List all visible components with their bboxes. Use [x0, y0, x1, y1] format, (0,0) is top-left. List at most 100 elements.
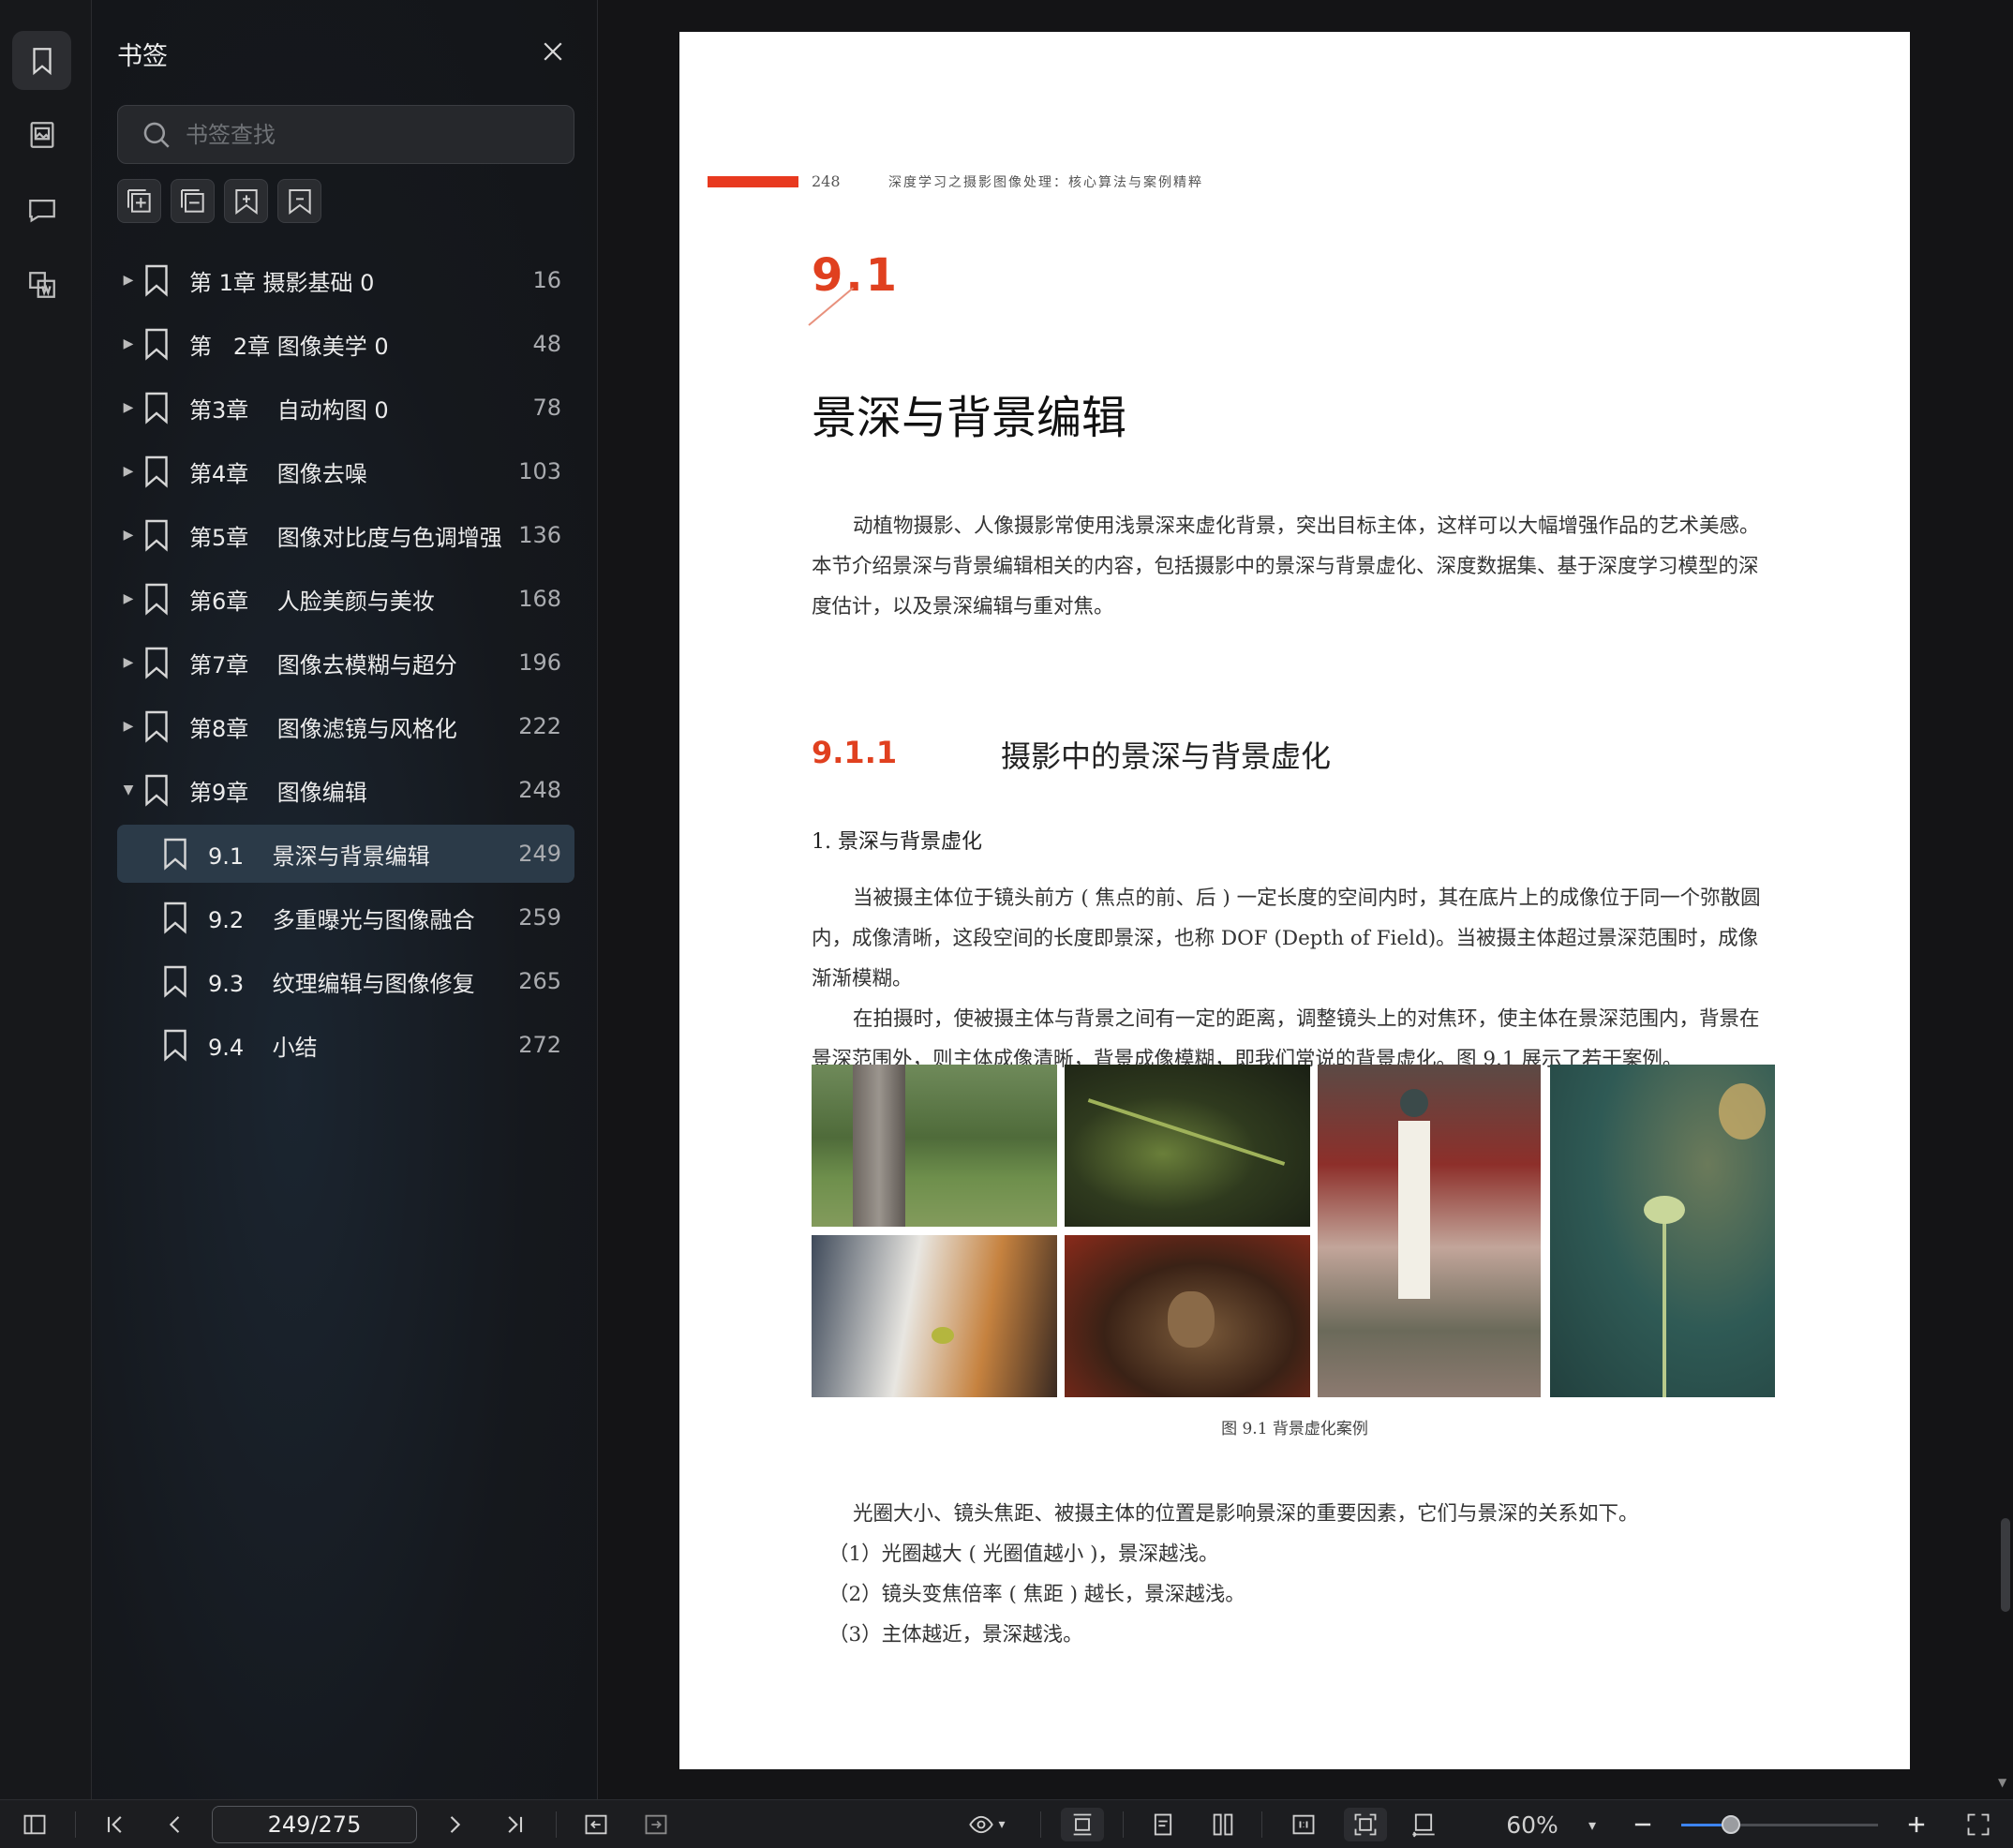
- photo-calico-cat: [812, 1235, 1057, 1397]
- bookmark-item[interactable]: ▶ 第 2章 图像美学 0 48: [117, 315, 574, 373]
- bookmark-item[interactable]: ▶ 第 1章 摄影基础 0 16: [117, 251, 574, 309]
- bookmark-page-number: 168: [518, 586, 561, 612]
- minus-icon: [1634, 1823, 1651, 1826]
- convert-word-button[interactable]: [12, 255, 71, 314]
- bookmark-label: 9.1 景深与背景编辑: [208, 842, 430, 870]
- bookmark-tools: [117, 179, 321, 223]
- caret-right-icon[interactable]: ▶: [120, 273, 137, 288]
- bookmark-panel-button[interactable]: [12, 31, 71, 90]
- single-page-button[interactable]: [1147, 1808, 1179, 1841]
- bookmark-icon: [145, 583, 168, 616]
- thumbnail-panel-button[interactable]: [12, 105, 71, 164]
- bookmark-page-number: 265: [518, 968, 561, 994]
- bookmark-label: 第6章 人脸美颜与美妆: [189, 588, 435, 615]
- toggle-sidebar-button[interactable]: [19, 1808, 51, 1841]
- bookmark-label: 第8章 图像滤镜与风格化: [189, 715, 457, 742]
- running-title: 深度学习之摄影图像处理：核心算法与案例精粹: [888, 175, 1203, 190]
- zoom-out-button[interactable]: [1627, 1808, 1659, 1841]
- list-item: （1）光圈越大 ( 光圈值越小 )，景深越浅。: [828, 1542, 1219, 1566]
- bookmark-item[interactable]: ▶ 第8章 图像滤镜与风格化 222: [117, 697, 574, 755]
- bookmark-label: 第 1章 摄影基础 0: [189, 269, 375, 296]
- toolbar-divider: [1040, 1811, 1041, 1838]
- bookmark-item[interactable]: 9.2 多重曝光与图像融合 259: [117, 888, 574, 946]
- bookmark-icon: [145, 392, 168, 425]
- photo-pine-branch: [1065, 1065, 1310, 1227]
- search-input[interactable]: [186, 121, 560, 148]
- actual-size-icon: [1292, 1814, 1315, 1835]
- photo-tree-trunk: [812, 1065, 1057, 1227]
- last-page-button[interactable]: [499, 1808, 530, 1841]
- collapse-all-button[interactable]: [171, 179, 215, 223]
- close-icon[interactable]: [539, 37, 567, 66]
- zoom-level[interactable]: 60%: [1499, 1808, 1565, 1841]
- navigate-back-button[interactable]: [580, 1808, 612, 1841]
- page-number-input[interactable]: 249/275: [212, 1806, 417, 1843]
- bookmark-item[interactable]: 9.4 小结 272: [117, 1016, 574, 1074]
- bookmark-item[interactable]: ▶ 第3章 自动构图 0 78: [117, 379, 574, 437]
- bookmark-search[interactable]: [117, 105, 574, 164]
- caret-right-icon[interactable]: ▶: [120, 591, 137, 606]
- two-page-button[interactable]: [1207, 1808, 1239, 1841]
- continuous-scroll-button[interactable]: [1061, 1808, 1104, 1841]
- caret-right-icon[interactable]: ▶: [120, 400, 137, 415]
- caret-right-icon[interactable]: ▶: [120, 464, 137, 479]
- header-accent-bar: [708, 176, 798, 187]
- bookmark-page-number: 249: [518, 841, 561, 867]
- bookmark-item[interactable]: 9.1 景深与背景编辑 249: [117, 825, 574, 883]
- fit-width-button[interactable]: [1408, 1808, 1439, 1841]
- fullscreen-button[interactable]: [1962, 1808, 1994, 1841]
- next-page-button[interactable]: [439, 1808, 470, 1841]
- read-mode-dropdown[interactable]: ▾: [958, 1808, 1016, 1841]
- bookmark-item[interactable]: ▶ 第7章 图像去模糊与超分 196: [117, 633, 574, 692]
- photo-lanterns: [1318, 1065, 1541, 1397]
- add-bookmark-button[interactable]: [224, 179, 268, 223]
- bookmark-item[interactable]: 9.3 纹理编辑与图像修复 265: [117, 952, 574, 1010]
- back-icon: [585, 1814, 607, 1835]
- side-rail: [0, 0, 92, 1799]
- bookmark-icon: [145, 328, 168, 361]
- toolbar-divider: [75, 1811, 76, 1838]
- search-icon: [143, 122, 170, 148]
- zoom-dropdown-chevron-icon[interactable]: ▾: [1580, 1808, 1604, 1841]
- previous-page-button[interactable]: [159, 1808, 191, 1841]
- caret-right-icon[interactable]: ▶: [120, 655, 137, 670]
- bookmark-label: 9.2 多重曝光与图像融合: [208, 906, 475, 933]
- scroll-down-arrow[interactable]: ▼: [1998, 1776, 2006, 1789]
- first-page-button[interactable]: [99, 1808, 131, 1841]
- bottom-toolbar: 249/275 ▾ 60% ▾: [0, 1799, 2013, 1848]
- comments-panel-button[interactable]: [12, 180, 71, 239]
- bookmark-item[interactable]: ▶ 第4章 图像去噪 103: [117, 442, 574, 500]
- fit-page-icon: [1354, 1813, 1377, 1836]
- bookmark-item[interactable]: ▶ 第6章 人脸美颜与美妆 168: [117, 570, 574, 628]
- zoom-in-button[interactable]: [1901, 1808, 1932, 1841]
- bookmark-label: 第3章 自动构图 0: [189, 396, 389, 424]
- pdf-page: 248 深度学习之摄影图像处理：核心算法与案例精粹 9.1 景深与背景编辑 动植…: [679, 32, 1910, 1769]
- scrollbar-thumb[interactable]: [2001, 1518, 2010, 1612]
- actual-size-button[interactable]: [1288, 1808, 1320, 1841]
- add-bookmark-icon: [234, 188, 258, 215]
- zoom-slider-handle[interactable]: [1721, 1815, 1740, 1834]
- running-page-number: 248: [812, 172, 841, 190]
- chevron-right-icon: [450, 1816, 461, 1833]
- bookmark-item[interactable]: ▼ 第9章 图像编辑 248: [117, 761, 574, 819]
- bookmark-label: 9.4 小结: [208, 1034, 318, 1061]
- bookmark-page-number: 222: [518, 713, 561, 739]
- zoom-slider[interactable]: [1681, 1815, 1878, 1834]
- caret-right-icon[interactable]: ▶: [120, 528, 137, 543]
- navigate-forward-button[interactable]: [640, 1808, 672, 1841]
- section-title: 景深与背景编辑: [812, 392, 1127, 444]
- bookmark-page-number: 16: [532, 267, 561, 293]
- fit-page-button[interactable]: [1344, 1808, 1387, 1841]
- bookmark-icon: [145, 519, 168, 552]
- caret-right-icon[interactable]: ▶: [120, 719, 137, 734]
- caret-right-icon[interactable]: ▶: [120, 336, 137, 351]
- bookmark-panel: 书签 ▶ 第 1章 摄影基础 0 16 ▶ 第 2章 图像美学 0 48 ▶ 第3章 自动构图…: [92, 0, 598, 1799]
- fullscreen-icon: [1967, 1813, 1990, 1836]
- caret-down-icon[interactable]: ▼: [120, 782, 137, 797]
- bookmark-item[interactable]: ▶ 第5章 图像对比度与色调增强 136: [117, 506, 574, 564]
- bookmark-label: 第 2章 图像美学 0: [189, 333, 389, 360]
- document-viewport[interactable]: 248 深度学习之摄影图像处理：核心算法与案例精粹 9.1 景深与背景编辑 动植…: [599, 0, 2013, 1799]
- expand-all-button[interactable]: [117, 179, 161, 223]
- bookmark-page-number: 136: [518, 522, 561, 548]
- remove-bookmark-button[interactable]: [277, 179, 321, 223]
